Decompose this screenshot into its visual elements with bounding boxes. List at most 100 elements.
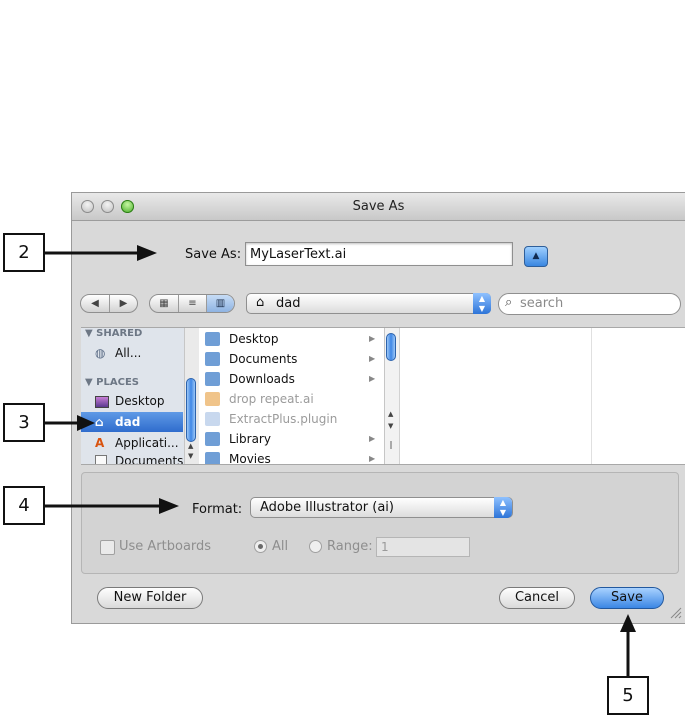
file-name: Documents (229, 352, 298, 366)
range-radio[interactable] (309, 540, 322, 553)
title-bar: Save As (72, 193, 685, 221)
use-artboards-checkbox[interactable] (100, 540, 115, 555)
sidebar-shared-header: ▼ SHARED (85, 328, 143, 339)
save-button[interactable]: Save (590, 587, 664, 609)
column-view-button[interactable]: ▥ (207, 295, 234, 312)
home-icon: ⌂ (95, 415, 104, 429)
list-item-library[interactable]: Library ▶ (205, 429, 381, 449)
home-icon: ⌂ (256, 295, 265, 310)
callout-4: 4 (3, 486, 45, 525)
format-label: Format: (192, 502, 243, 517)
new-folder-button[interactable]: New Folder (97, 587, 203, 609)
callout-3: 3 (3, 403, 45, 442)
scroll-down-icon[interactable]: ▼ (188, 452, 193, 460)
search-field[interactable]: ⌕ search (498, 293, 681, 315)
save-as-dialog: Save As Save As: MyLaserText.ai ▲ ◀ ▶ ▦ … (72, 193, 685, 623)
plugin-icon (205, 412, 220, 426)
forward-arrow-icon: ▶ (119, 298, 128, 309)
sidebar-item-label: Desktop (115, 394, 165, 408)
chevron-right-icon: ▶ (369, 434, 376, 443)
scroll-up-icon[interactable]: ▲ (388, 410, 393, 418)
range-input[interactable]: 1 (376, 537, 470, 557)
sidebar-item-label: All... (115, 346, 142, 360)
file-name: Movies (229, 452, 271, 465)
list-item-desktop[interactable]: Desktop ▶ (205, 329, 381, 349)
filename-input[interactable]: MyLaserText.ai (245, 242, 513, 266)
sidebar-item-desktop[interactable]: Desktop (81, 391, 183, 411)
file-name: Downloads (229, 372, 295, 386)
list-item-extractplus: ExtractPlus.plugin (205, 409, 381, 429)
use-artboards-label: Use Artboards (119, 539, 212, 554)
callout-arrow-2 (45, 245, 157, 261)
globe-icon: ◍ (95, 346, 106, 360)
search-icon: ⌕ (505, 295, 513, 310)
location-label: dad (276, 296, 301, 311)
callout-2: 2 (3, 233, 45, 272)
format-value: Adobe Illustrator (ai) (260, 500, 394, 515)
sidebar-item-applications[interactable]: A Applicati... (81, 433, 183, 453)
range-label: Range: (327, 539, 373, 554)
chevron-right-icon: ▶ (369, 334, 376, 343)
folder-icon (205, 352, 220, 366)
all-label: All (272, 539, 289, 554)
save-as-label: Save As: (185, 247, 242, 262)
sidebar-item-all[interactable]: ◍ All... (81, 343, 183, 363)
list-item-documents[interactable]: Documents ▶ (205, 349, 381, 369)
list-item-drop-repeat: drop repeat.ai (205, 389, 381, 409)
file-name: ExtractPlus.plugin (229, 412, 338, 426)
desktop-icon (95, 396, 109, 408)
folder-icon (205, 452, 220, 464)
grid-icon: ▦ (159, 298, 169, 309)
window-title: Save As (352, 199, 405, 214)
list-item-downloads[interactable]: Downloads ▶ (205, 369, 381, 389)
location-popup[interactable]: ⌂ dad ▲ ▼ (246, 293, 491, 314)
file-name: Desktop (229, 332, 279, 346)
scroll-down-icon[interactable]: ▼ (388, 422, 393, 430)
column-scroll-thumb[interactable] (386, 333, 396, 361)
sidebar: ▼ SHARED ◍ All... ▼ PLACES Desktop ⌂ dad… (81, 328, 199, 464)
browser-column-2 (401, 328, 592, 464)
chevron-right-icon: ▶ (369, 374, 376, 383)
sidebar-scroll-thumb[interactable] (186, 378, 196, 442)
sidebar-item-label: Documents (115, 454, 184, 465)
folder-icon (205, 432, 220, 446)
popup-arrows-icon: ▲ ▼ (473, 293, 491, 314)
file-browser: ▼ SHARED ◍ All... ▼ PLACES Desktop ⌂ dad… (81, 327, 685, 465)
chevron-right-icon: ▶ (369, 454, 376, 463)
sidebar-scrollbar[interactable]: ▲ ▼ (184, 328, 199, 464)
chevron-right-icon: ▶ (369, 354, 376, 363)
scroll-up-icon[interactable]: ▲ (188, 442, 193, 450)
document-icon (95, 455, 107, 464)
list-item-movies[interactable]: Movies ▶ (205, 449, 381, 465)
callout-arrow-5 (620, 614, 636, 678)
folder-icon (205, 372, 220, 386)
format-options-panel: Format: Adobe Illustrator (ai) ▲ ▼ Use Ar… (81, 472, 679, 574)
sidebar-item-documents[interactable]: Documents (81, 451, 184, 465)
folder-icon (205, 332, 220, 346)
collapse-browser-button[interactable]: ▲ (524, 246, 548, 267)
forward-button[interactable]: ▶ (110, 295, 137, 312)
format-popup[interactable]: Adobe Illustrator (ai) ▲ ▼ (250, 497, 513, 518)
callout-arrow-3 (45, 415, 95, 431)
sidebar-places-header: ▼ PLACES (85, 377, 139, 388)
sidebar-item-label: dad (115, 415, 141, 429)
back-button[interactable]: ◀ (81, 295, 110, 312)
back-arrow-icon: ◀ (91, 298, 99, 309)
popup-arrows-icon: ▲ ▼ (494, 497, 512, 518)
columns-icon: ▥ (215, 298, 226, 309)
all-radio[interactable] (254, 540, 267, 553)
file-name: drop repeat.ai (229, 392, 314, 406)
list-view-button[interactable]: ≡ (179, 295, 207, 312)
back-forward-control: ◀ ▶ (80, 294, 138, 313)
resize-grip-icon[interactable] (670, 607, 682, 619)
column-resize-icon[interactable]: ‖ (389, 440, 393, 449)
cancel-button[interactable]: Cancel (499, 587, 575, 609)
icon-view-button[interactable]: ▦ (150, 295, 179, 312)
callout-5: 5 (607, 676, 649, 715)
illustrator-file-icon (205, 392, 220, 406)
list-icon: ≡ (188, 298, 197, 309)
triangle-up-icon: ▲ (532, 251, 540, 261)
column-scrollbar[interactable]: ▲ ▼ ‖ (384, 328, 399, 464)
search-placeholder: search (520, 296, 564, 311)
applications-icon: A (95, 436, 105, 450)
